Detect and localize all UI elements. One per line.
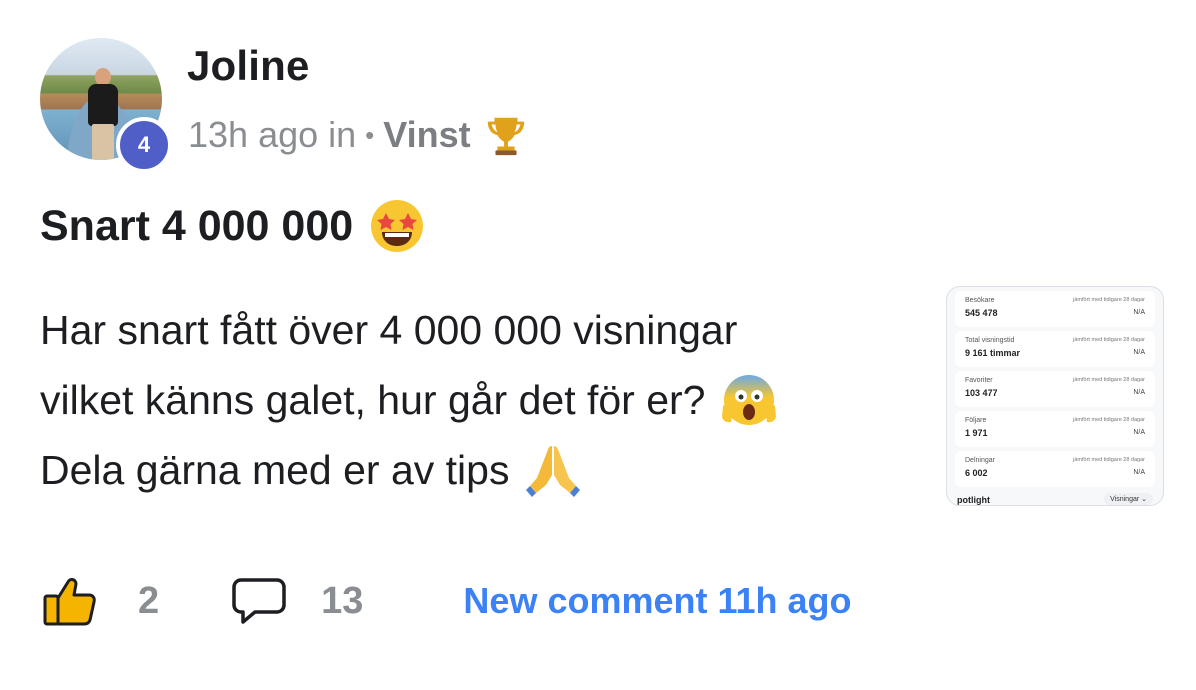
attachment-thumbnail[interactable]: Besökare 545 478 jämfört med tidigare 28… (946, 286, 1164, 506)
folded-hands-emoji (526, 446, 581, 497)
meta-separator: • (365, 119, 375, 150)
star-struck-emoji (371, 200, 424, 252)
stat-label: Besökare (965, 297, 995, 304)
thumbs-up-icon[interactable] (42, 574, 98, 628)
stat-compare: jämfört med tidigare 28 dagar (1073, 457, 1145, 463)
stat-value: 9 161 timmar (965, 348, 1021, 358)
stat-compare: jämfört med tidigare 28 dagar (1073, 337, 1145, 343)
stat-value: 6 002 (965, 468, 988, 478)
stat-delta: N/A (1133, 469, 1145, 476)
stat-delta: N/A (1133, 349, 1145, 356)
body-line: Har snart fått över 4 000 000 visningar (40, 295, 920, 365)
stat-compare: jämfört med tidigare 28 dagar (1073, 297, 1145, 303)
post-actions: 2 13 New comment 11h ago (42, 574, 852, 628)
stat-compare: jämfört med tidigare 28 dagar (1073, 417, 1145, 423)
stat-row: Favoriter 103 477 jämfört med tidigare 2… (955, 371, 1155, 407)
post-meta: 13h ago in • Vinst (188, 112, 529, 158)
post-title-text: Snart 4 000 000 (40, 201, 354, 250)
post-body: Har snart fått över 4 000 000 visningar … (40, 295, 920, 505)
body-line-text: vilket känns galet, hur går det för er? (40, 377, 706, 423)
stat-label: Delningar (965, 457, 995, 464)
avatar-photo (86, 68, 120, 160)
body-line: vilket känns galet, hur går det för er? (40, 365, 920, 435)
stat-label: Följare (965, 417, 987, 424)
stat-value: 103 477 (965, 388, 998, 398)
post-time: 13h ago in (188, 114, 357, 155)
screaming-face-emoji (722, 375, 777, 425)
body-line-text: Har snart fått över 4 000 000 visningar (40, 307, 738, 353)
level-badge: 4 (116, 117, 172, 173)
new-comment-link[interactable]: New comment 11h ago (463, 580, 851, 622)
stat-row: Delningar 6 002 jämfört med tidigare 28 … (955, 451, 1155, 487)
like-count: 2 (138, 579, 160, 622)
stat-row: Besökare 545 478 jämfört med tidigare 28… (955, 291, 1155, 327)
stat-value: 545 478 (965, 308, 998, 318)
stat-value: 1 971 (965, 428, 988, 438)
spotlight-label: potlight (957, 495, 990, 505)
comment-count: 13 (321, 579, 364, 622)
stat-delta: N/A (1133, 389, 1145, 396)
stat-delta: N/A (1133, 429, 1145, 436)
stat-row: Följare 1 971 jämfört med tidigare 28 da… (955, 411, 1155, 447)
stat-delta: N/A (1133, 309, 1145, 316)
post-category[interactable]: Vinst (383, 114, 470, 156)
stat-row: Total visningstid 9 161 timmar jämfört m… (955, 331, 1155, 367)
stat-compare: jämfört med tidigare 28 dagar (1073, 377, 1145, 383)
body-line: Dela gärna med er av tips (40, 435, 920, 505)
author-name[interactable]: Joline (187, 42, 310, 90)
stat-label: Total visningstid (965, 337, 1015, 344)
views-dropdown: Visningar ⌄ (1104, 493, 1153, 505)
trophy-icon (487, 117, 524, 156)
comment-icon[interactable] (231, 576, 287, 626)
body-line-text: Dela gärna med er av tips (40, 447, 510, 493)
post-title: Snart 4 000 000 (40, 196, 427, 256)
stat-label: Favoriter (965, 377, 993, 384)
